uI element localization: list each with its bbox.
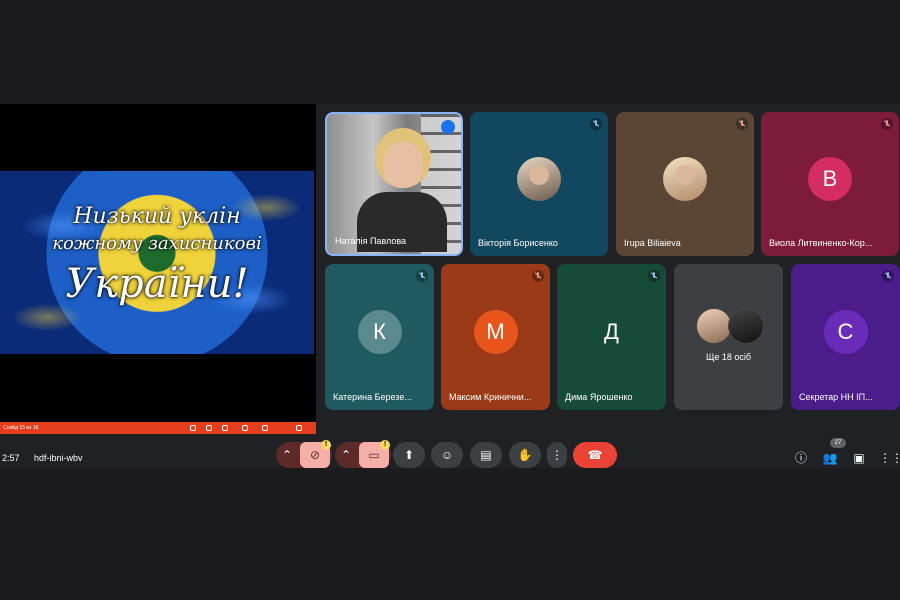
participant-tile-5[interactable]: К Катерина Березе... — [325, 264, 434, 410]
raise-hand-button[interactable]: ✋ — [509, 442, 541, 468]
mic-off-icon — [532, 270, 544, 282]
participant-name: Катерина Березе... — [333, 392, 412, 402]
mic-off-icon — [882, 270, 894, 282]
participant-tile-7[interactable]: Д Дима Ярошенко — [557, 264, 666, 410]
slide-pen-icon[interactable] — [222, 425, 228, 431]
more-options-button[interactable]: ⋮ — [547, 442, 567, 468]
avatar-letter: С — [823, 310, 868, 354]
slide-next-icon[interactable] — [206, 425, 212, 431]
hand-icon: ✋ — [517, 448, 533, 462]
chevron-up-icon[interactable]: ⌃ — [341, 442, 351, 468]
participant-name: Максим Кринични... — [449, 392, 532, 402]
participant-name: Вікторія Борисенко — [478, 238, 558, 248]
slide-line-1: Низький уклін — [73, 204, 241, 229]
avatar-letter: Д — [589, 310, 634, 354]
avatar-photo — [728, 308, 764, 344]
chevron-up-icon[interactable]: ⌃ — [282, 442, 292, 468]
emoji-button[interactable]: ☺ — [431, 442, 463, 468]
slideshow-toolbar: Слайд 15 из 16 — [0, 422, 316, 434]
participant-name: Секретар НН ІП... — [799, 392, 873, 402]
slide-prev-icon[interactable] — [190, 425, 196, 431]
participant-tile-6[interactable]: М Максим Кринични... — [441, 264, 550, 410]
meeting-time: 2:57 — [2, 453, 20, 463]
speaking-indicator-icon — [441, 120, 455, 134]
info-icon[interactable]: ⓘ — [793, 450, 809, 466]
presentation-area: Низький уклін кожному захисникові Україн… — [0, 104, 316, 434]
slide-counter: Слайд 15 из 16 — [3, 425, 39, 431]
more-participants-tile[interactable]: Ще 18 осіб — [674, 264, 783, 410]
participant-tile-3[interactable]: Ігupa Biliaieva — [616, 112, 754, 256]
slide-menu-icon[interactable] — [262, 425, 268, 431]
camera-control[interactable]: ⌃ ▭ ! — [335, 440, 391, 468]
mic-control[interactable]: ⌃ ⊘ ! — [276, 440, 332, 468]
slide-zoom-icon[interactable] — [242, 425, 248, 431]
avatar-letter: В — [808, 157, 852, 201]
avatar-photo — [663, 157, 707, 201]
participant-tile-1[interactable]: Наталія Павлова — [325, 112, 463, 256]
participant-tile-2[interactable]: Вікторія Борисенко — [470, 112, 608, 256]
avatar-letter: М — [473, 310, 518, 354]
meeting-code: hdf-ibni-wbv — [34, 453, 83, 463]
participant-name: Ігupa Biliaieva — [624, 238, 681, 248]
leave-call-button[interactable]: ☎ — [573, 442, 617, 468]
captions-icon: ▤ — [480, 448, 492, 462]
slide-line-2: кожному захисникові — [52, 233, 262, 254]
warning-icon: ! — [380, 440, 390, 450]
mic-off-icon — [648, 270, 660, 282]
mic-off-icon — [736, 118, 748, 130]
chat-icon[interactable]: ▣ — [851, 450, 867, 466]
more-participants-avatars — [696, 308, 766, 344]
present-button[interactable]: ⬆ — [393, 442, 425, 468]
slide-end-icon[interactable] — [296, 425, 302, 431]
participant-tile-8[interactable]: С Секретар НН ІП... — [791, 264, 900, 410]
warning-icon: ! — [321, 440, 331, 450]
slide-line-3: України! — [65, 261, 249, 307]
captions-button[interactable]: ▤ — [470, 442, 502, 468]
participants-count-badge: 27 — [830, 438, 846, 448]
avatar-photo — [696, 308, 732, 344]
mic-off-icon — [416, 270, 428, 282]
presentation-slide: Низький уклін кожному захисникові Україн… — [0, 171, 314, 354]
apps-icon[interactable]: ⋮⋮ — [879, 450, 900, 466]
phone-hangup-icon: ☎ — [587, 448, 603, 462]
participant-name: Виола Литвиненко-Кор... — [769, 238, 873, 248]
people-icon[interactable]: 👥 — [822, 450, 838, 466]
meeting-view: Низький уклін кожному захисникові Україн… — [0, 104, 900, 468]
participant-face — [383, 142, 423, 188]
emoji-icon: ☺ — [440, 448, 454, 462]
present-icon: ⬆ — [403, 448, 415, 462]
participant-name: Наталія Павлова — [335, 236, 407, 246]
avatar-letter: К — [357, 310, 402, 354]
meeting-toolbar: 2:57 hdf-ibni-wbv ⌃ ⊘ ! ⌃ ▭ ! ⬆ ☺ ▤ ✋ ⋮ … — [0, 438, 900, 468]
avatar-photo — [517, 157, 561, 201]
mic-off-icon — [590, 118, 602, 130]
more-vert-icon: ⋮ — [551, 448, 563, 462]
more-participants-label: Ще 18 осіб — [705, 352, 752, 362]
participant-name: Дима Ярошенко — [565, 392, 633, 402]
mic-off-icon — [881, 118, 893, 130]
participant-tile-4[interactable]: В Виола Литвиненко-Кор... — [761, 112, 899, 256]
